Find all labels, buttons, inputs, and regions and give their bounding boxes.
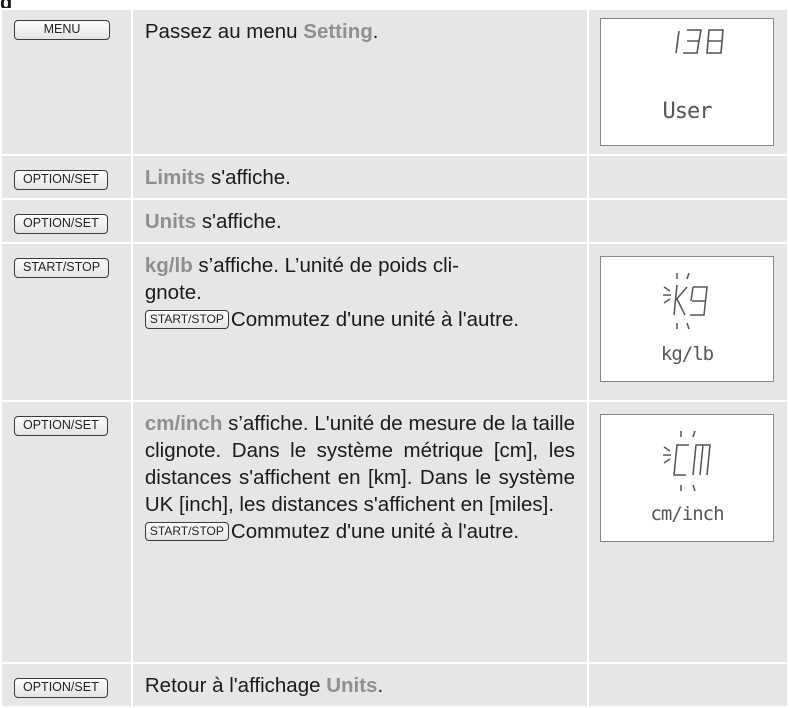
step-text: Retour à l'affichage Units. xyxy=(130,662,590,708)
start-stop-key[interactable]: START/STOP xyxy=(14,258,110,278)
start-stop-key-inline[interactable]: START/STOP xyxy=(144,310,229,329)
seven-segment-number-138 xyxy=(675,29,724,54)
menu-name-units: Units xyxy=(144,210,197,233)
menu-name-units: Units xyxy=(326,674,378,697)
lcd-display-kg-lb: kg/lb xyxy=(600,256,774,382)
lcd-label-cm-inch: cm/inch xyxy=(650,503,724,525)
step-row-kg-lb: START/STOP kg/lb s’affiche. L’unité de p… xyxy=(0,242,789,402)
step-text: kg/lb s’affiche. L’unité de poids cli- g… xyxy=(130,242,590,402)
step-text: Limits s'affiche. xyxy=(130,154,590,200)
lcd-label-user: User xyxy=(662,99,713,124)
unit-name-cm-inch: cm/inch xyxy=(144,412,223,435)
step-text: Units s'affiche. xyxy=(130,198,590,244)
step-row-menu: MENU Passez au menu Setting. User xyxy=(0,8,789,156)
unit-name-kg-lb: kg/lb xyxy=(144,254,193,277)
start-stop-key-inline[interactable]: START/STOP xyxy=(144,522,229,541)
step-row-return-units: OPTION/SET Retour à l'affichage Units. xyxy=(0,662,789,708)
menu-name-limits: Limits xyxy=(144,166,206,189)
step-row-limits: OPTION/SET Limits s'affiche. xyxy=(0,154,789,200)
step-row-units: OPTION/SET Units s'affiche. xyxy=(0,198,789,244)
settings-steps-table: MENU Passez au menu Setting. User OPTION… xyxy=(0,8,789,708)
option-set-key[interactable]: OPTION/SET xyxy=(14,214,108,234)
option-set-key[interactable]: OPTION/SET xyxy=(14,678,108,698)
step-row-cm-inch: OPTION/SET cm/inch s’affiche. L'unité de… xyxy=(0,400,789,664)
menu-name-setting: Setting xyxy=(303,20,373,43)
option-set-key[interactable]: OPTION/SET xyxy=(14,416,108,436)
option-set-key[interactable]: OPTION/SET xyxy=(14,170,108,190)
step-text: Passez au menu Setting. xyxy=(130,8,590,156)
menu-key[interactable]: MENU xyxy=(14,20,110,40)
lcd-display-user: User xyxy=(600,18,774,146)
lcd-label-kg-lb: kg/lb xyxy=(660,343,714,365)
lcd-display-cm-inch: cm/inch xyxy=(600,414,774,542)
step-text: cm/inch s’affiche. L'unité de mesure de … xyxy=(130,400,590,664)
